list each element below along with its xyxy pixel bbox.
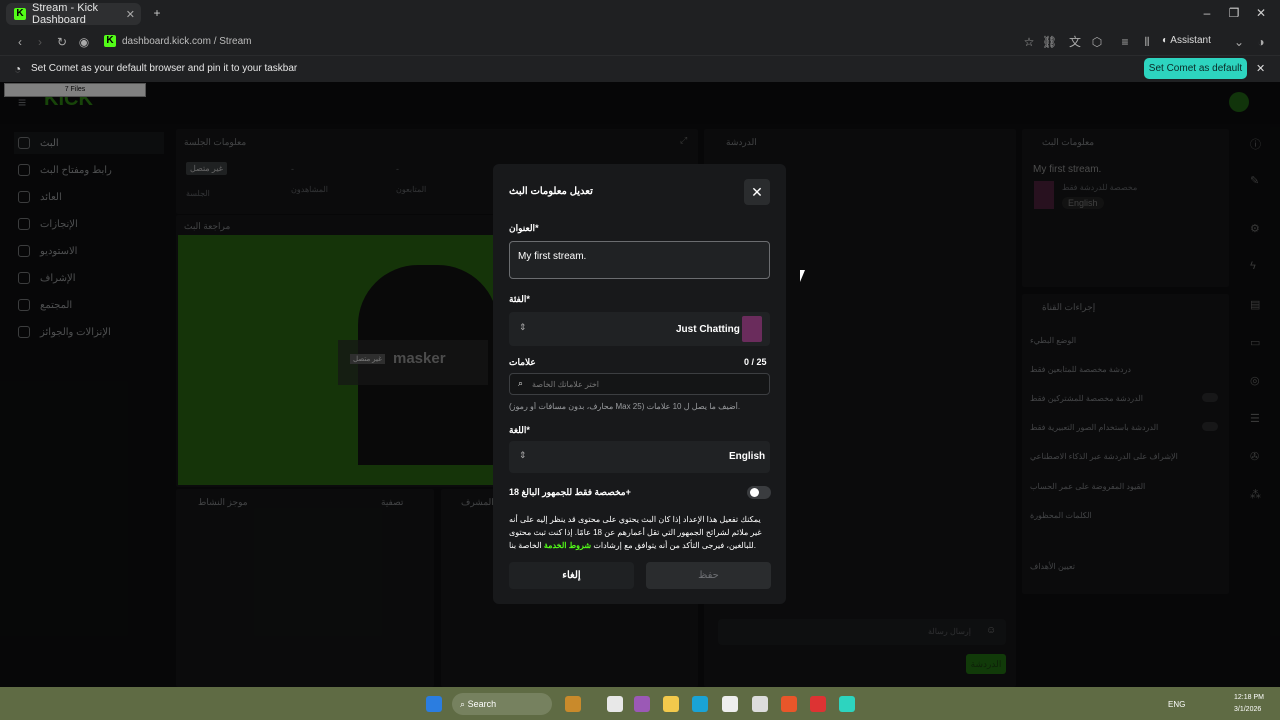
mature-label: مخصصة فقط للجمهور البالغ 18+ <box>509 487 631 497</box>
mature-content-toggle[interactable] <box>747 486 771 499</box>
language-value: English <box>729 451 766 462</box>
category-label: الفئة* <box>509 294 530 304</box>
forward-icon[interactable]: › <box>33 35 47 49</box>
search-icon: ⌕ <box>518 378 524 388</box>
category-value: Just Chatting <box>676 324 740 335</box>
reload-icon[interactable]: ↻ <box>55 35 69 49</box>
task-view-icon[interactable] <box>607 696 623 712</box>
tab-close-icon[interactable]: ✕ <box>126 8 135 21</box>
search-icon: ⌕ <box>460 699 466 709</box>
language-indicator[interactable]: ENG <box>1168 700 1185 709</box>
mouse-cursor-icon <box>800 270 805 282</box>
assistant-label: Assistant <box>1170 35 1211 46</box>
set-default-button[interactable]: Set Comet as default <box>1144 58 1247 79</box>
translate-icon[interactable]: 文 <box>1068 35 1082 49</box>
save-button[interactable]: حفظ <box>646 562 771 589</box>
title-input-value: My first stream. <box>518 251 587 262</box>
edit-stream-info-modal: تعديل معلومات البث ✕ العنوان* My first s… <box>493 164 786 604</box>
terms-of-service-link[interactable]: شروط الخدمة <box>544 541 591 550</box>
window-close-icon[interactable]: ✕ <box>1254 6 1268 20</box>
app-icon[interactable] <box>752 696 768 712</box>
modal-close-button[interactable]: ✕ <box>744 179 770 205</box>
taskbar-search[interactable]: ⌕ Search <box>452 693 552 715</box>
menu-lines-icon[interactable]: ≡ <box>1118 35 1132 49</box>
title-label: العنوان* <box>509 223 539 233</box>
edge-icon[interactable] <box>692 696 708 712</box>
cancel-button[interactable]: إلغاء <box>509 562 634 589</box>
tags-hint: (محارف، بدون مسافات أو رموز Max 25) أضيف… <box>509 402 741 411</box>
windows-start-icon[interactable] <box>426 696 442 712</box>
tags-placeholder: اختر علاماتك الخاصة <box>532 380 600 389</box>
language-select[interactable]: ⇕ English <box>509 441 770 473</box>
language-label: اللغة* <box>509 425 530 435</box>
infobar-close-icon[interactable]: ✕ <box>1256 62 1265 75</box>
extensions-icon[interactable]: ⬡ <box>1090 35 1104 49</box>
microphone-icon[interactable]: ◉ <box>77 35 91 49</box>
default-browser-infobar: ◔ Set Comet as your default browser and … <box>0 56 1280 82</box>
url-field[interactable]: K dashboard.kick.com / Stream <box>104 35 252 47</box>
back-icon[interactable]: ‹ <box>13 35 27 49</box>
restore-icon[interactable]: ❐ <box>1227 6 1241 20</box>
title-input[interactable]: My first stream. <box>509 241 770 279</box>
bookmark-star-icon[interactable]: ☆ <box>1022 35 1036 49</box>
url-text: dashboard.kick.com / Stream <box>122 35 252 47</box>
infobar-message: Set Comet as your default browser and pi… <box>31 63 298 74</box>
close-icon: ✕ <box>751 184 763 200</box>
assistant-button[interactable]: ◐ Assistant <box>1162 35 1211 46</box>
store-icon[interactable] <box>722 696 738 712</box>
brave-icon[interactable] <box>781 696 797 712</box>
widgets-icon[interactable] <box>565 696 581 712</box>
clock-date[interactable]: 3/1/2026 <box>1234 706 1261 713</box>
category-select[interactable]: ⇕ Just Chatting <box>509 312 770 346</box>
app-red-icon[interactable] <box>810 696 826 712</box>
tags-input[interactable]: ⌕ اختر علاماتك الخاصة <box>509 373 770 395</box>
chevron-down-icon[interactable]: ⌄ <box>1232 35 1246 49</box>
audio-icon[interactable]: ⦀ <box>1140 35 1154 49</box>
clock-time[interactable]: 12:18 PM <box>1234 694 1264 701</box>
profile-icon[interactable]: ◑ <box>1254 35 1268 49</box>
mature-description: يمكنك تفعيل هذا الإعداد إذا كان البث يحت… <box>509 513 770 552</box>
tags-count: 0 / 25 <box>744 357 767 367</box>
browser-tab[interactable]: K Stream - Kick Dashboard ✕ <box>6 2 141 26</box>
browser-tabbar: K Stream - Kick Dashboard ✕ + – ❐ ✕ <box>0 0 1280 28</box>
file-explorer-icon[interactable] <box>663 696 679 712</box>
category-thumbnail <box>742 316 762 342</box>
address-bar: ‹ › ↻ ◉ K dashboard.kick.com / Stream ☆ … <box>0 28 1280 56</box>
select-arrows-icon: ⇕ <box>519 450 527 460</box>
kick-favicon-icon: K <box>14 8 26 20</box>
comet-icon[interactable] <box>839 696 855 712</box>
modal-title: تعديل معلومات البث <box>509 186 593 197</box>
copilot-icon[interactable] <box>634 696 650 712</box>
url-favicon-icon: K <box>104 35 116 47</box>
select-arrows-icon: ⇕ <box>519 322 527 332</box>
windows-taskbar: ⌕ Search ENG 12:18 PM 3/1/2026 <box>0 687 1280 720</box>
comet-logo-icon: ◔ <box>14 62 22 76</box>
minimize-icon[interactable]: – <box>1200 6 1214 20</box>
tags-label: علامات <box>509 357 536 367</box>
assistant-icon: ◐ <box>1162 35 1169 46</box>
new-tab-icon[interactable]: + <box>150 6 164 20</box>
taskbar-search-label: Search <box>467 699 497 709</box>
tab-title: Stream - Kick Dashboard <box>32 2 99 26</box>
link-icon[interactable]: ⛓ <box>1042 35 1057 49</box>
